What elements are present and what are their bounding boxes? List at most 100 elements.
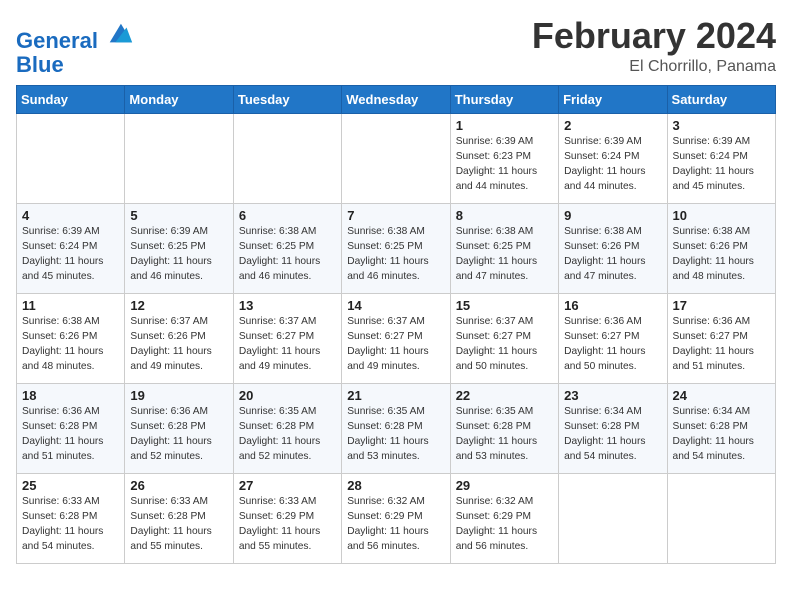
day-detail: Sunrise: 6:37 AM Sunset: 6:27 PM Dayligh… [239,315,336,374]
day-number: 17 [673,298,770,313]
day-detail: Sunrise: 6:38 AM Sunset: 6:26 PM Dayligh… [22,315,119,374]
day-detail: Sunrise: 6:39 AM Sunset: 6:24 PM Dayligh… [564,135,661,194]
logo-blue-text: Blue [16,53,134,77]
calendar-cell: 29Sunrise: 6:32 AM Sunset: 6:29 PM Dayli… [450,474,558,564]
week-row-2: 4 Sunrise: 6:39 AM Sunset: 6:24 PM Daylig… [17,204,776,294]
calendar-cell [125,114,233,204]
calendar-cell: 26 Sunrise: 6:33 AM Sunset: 6:28 PM Dayli… [125,474,233,564]
calendar-cell: 22 Sunrise: 6:35 AM Sunset: 6:28 PM Dayli… [450,384,558,474]
calendar-table: SundayMondayTuesdayWednesdayThursdayFrid… [16,85,776,564]
day-number: 12 [130,298,227,313]
calendar-cell: 1 Sunrise: 6:39 AM Sunset: 6:23 PM Daylig… [450,114,558,204]
week-row-5: 25 Sunrise: 6:33 AM Sunset: 6:28 PM Dayli… [17,474,776,564]
day-detail: Sunrise: 6:39 AM Sunset: 6:24 PM Dayligh… [673,135,770,194]
day-detail: Sunrise: 6:36 AM Sunset: 6:28 PM Dayligh… [22,405,119,464]
calendar-cell: 23 Sunrise: 6:34 AM Sunset: 6:28 PM Dayli… [559,384,667,474]
day-detail: Sunrise: 6:32 AM Sunset: 6:29 PM Dayligh… [456,495,553,554]
day-number: 11 [22,298,119,313]
day-number: 20 [239,388,336,403]
day-detail: Sunrise: 6:38 AM Sunset: 6:26 PM Dayligh… [673,225,770,284]
day-number: 5 [130,208,227,223]
calendar-cell: 13 Sunrise: 6:37 AM Sunset: 6:27 PM Dayli… [233,294,341,384]
weekday-header-friday: Friday [559,86,667,114]
calendar-body: 1 Sunrise: 6:39 AM Sunset: 6:23 PM Daylig… [17,114,776,564]
location: El Chorrillo, Panama [532,58,776,76]
calendar-cell: 14 Sunrise: 6:37 AM Sunset: 6:27 PM Dayli… [342,294,450,384]
calendar-cell: 28Sunrise: 6:32 AM Sunset: 6:29 PM Dayli… [342,474,450,564]
day-number: 25 [22,478,119,493]
day-detail: Sunrise: 6:36 AM Sunset: 6:27 PM Dayligh… [673,315,770,374]
day-detail: Sunrise: 6:39 AM Sunset: 6:23 PM Dayligh… [456,135,553,194]
page-header: General Blue February 2024 El Chorrillo,… [16,16,776,77]
calendar-cell [17,114,125,204]
calendar-cell: 4 Sunrise: 6:39 AM Sunset: 6:24 PM Daylig… [17,204,125,294]
calendar-cell: 9Sunrise: 6:38 AM Sunset: 6:26 PM Daylig… [559,204,667,294]
day-number: 24 [673,388,770,403]
day-detail: Sunrise: 6:39 AM Sunset: 6:24 PM Dayligh… [22,225,119,284]
day-detail: Sunrise: 6:34 AM Sunset: 6:28 PM Dayligh… [564,405,661,464]
weekday-header-saturday: Saturday [667,86,775,114]
logo-icon [106,20,134,48]
calendar-cell: 7 Sunrise: 6:38 AM Sunset: 6:25 PM Daylig… [342,204,450,294]
day-detail: Sunrise: 6:36 AM Sunset: 6:27 PM Dayligh… [564,315,661,374]
calendar-cell: 3Sunrise: 6:39 AM Sunset: 6:24 PM Daylig… [667,114,775,204]
day-number: 1 [456,118,553,133]
calendar-cell: 12 Sunrise: 6:37 AM Sunset: 6:26 PM Dayli… [125,294,233,384]
day-detail: Sunrise: 6:37 AM Sunset: 6:26 PM Dayligh… [130,315,227,374]
day-number: 14 [347,298,444,313]
day-number: 28 [347,478,444,493]
day-detail: Sunrise: 6:33 AM Sunset: 6:28 PM Dayligh… [130,495,227,554]
week-row-4: 18 Sunrise: 6:36 AM Sunset: 6:28 PM Dayli… [17,384,776,474]
day-number: 18 [22,388,119,403]
month-year: February 2024 [532,16,776,56]
day-detail: Sunrise: 6:38 AM Sunset: 6:25 PM Dayligh… [456,225,553,284]
day-number: 26 [130,478,227,493]
day-number: 2 [564,118,661,133]
calendar-cell: 8 Sunrise: 6:38 AM Sunset: 6:25 PM Daylig… [450,204,558,294]
calendar-cell: 25Sunrise: 6:33 AM Sunset: 6:28 PM Dayli… [17,474,125,564]
calendar-cell [667,474,775,564]
calendar-cell: 21Sunrise: 6:35 AM Sunset: 6:28 PM Dayli… [342,384,450,474]
logo-text: General [16,20,134,53]
day-number: 7 [347,208,444,223]
weekday-header-row: SundayMondayTuesdayWednesdayThursdayFrid… [17,86,776,114]
calendar-cell: 27 Sunrise: 6:33 AM Sunset: 6:29 PM Dayli… [233,474,341,564]
weekday-header-sunday: Sunday [17,86,125,114]
logo: General Blue [16,20,134,77]
day-detail: Sunrise: 6:38 AM Sunset: 6:25 PM Dayligh… [347,225,444,284]
day-number: 13 [239,298,336,313]
calendar-cell: 10 Sunrise: 6:38 AM Sunset: 6:26 PM Dayli… [667,204,775,294]
day-number: 27 [239,478,336,493]
calendar-cell: 5Sunrise: 6:39 AM Sunset: 6:25 PM Daylig… [125,204,233,294]
day-number: 6 [239,208,336,223]
day-number: 4 [22,208,119,223]
day-detail: Sunrise: 6:33 AM Sunset: 6:29 PM Dayligh… [239,495,336,554]
day-detail: Sunrise: 6:35 AM Sunset: 6:28 PM Dayligh… [456,405,553,464]
day-detail: Sunrise: 6:35 AM Sunset: 6:28 PM Dayligh… [239,405,336,464]
calendar-cell: 24Sunrise: 6:34 AM Sunset: 6:28 PM Dayli… [667,384,775,474]
weekday-header-tuesday: Tuesday [233,86,341,114]
day-number: 22 [456,388,553,403]
day-detail: Sunrise: 6:35 AM Sunset: 6:28 PM Dayligh… [347,405,444,464]
calendar-cell: 18 Sunrise: 6:36 AM Sunset: 6:28 PM Dayli… [17,384,125,474]
day-detail: Sunrise: 6:37 AM Sunset: 6:27 PM Dayligh… [347,315,444,374]
calendar-cell: 15 Sunrise: 6:37 AM Sunset: 6:27 PM Dayli… [450,294,558,384]
day-number: 19 [130,388,227,403]
day-detail: Sunrise: 6:36 AM Sunset: 6:28 PM Dayligh… [130,405,227,464]
week-row-3: 11 Sunrise: 6:38 AM Sunset: 6:26 PM Dayli… [17,294,776,384]
day-number: 15 [456,298,553,313]
week-row-1: 1 Sunrise: 6:39 AM Sunset: 6:23 PM Daylig… [17,114,776,204]
day-detail: Sunrise: 6:37 AM Sunset: 6:27 PM Dayligh… [456,315,553,374]
day-detail: Sunrise: 6:38 AM Sunset: 6:25 PM Dayligh… [239,225,336,284]
calendar-cell [559,474,667,564]
day-number: 8 [456,208,553,223]
day-number: 10 [673,208,770,223]
day-number: 16 [564,298,661,313]
calendar-cell: 11 Sunrise: 6:38 AM Sunset: 6:26 PM Dayli… [17,294,125,384]
title-block: February 2024 El Chorrillo, Panama [532,16,776,76]
calendar-cell: 16 Sunrise: 6:36 AM Sunset: 6:27 PM Dayli… [559,294,667,384]
calendar-cell: 17 Sunrise: 6:36 AM Sunset: 6:27 PM Dayli… [667,294,775,384]
day-number: 23 [564,388,661,403]
day-detail: Sunrise: 6:38 AM Sunset: 6:26 PM Dayligh… [564,225,661,284]
calendar-cell: 19 Sunrise: 6:36 AM Sunset: 6:28 PM Dayli… [125,384,233,474]
